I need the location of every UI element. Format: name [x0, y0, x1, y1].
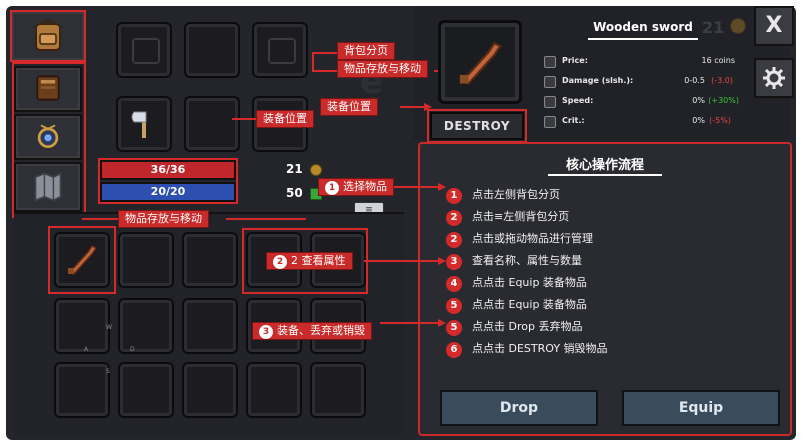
flow-step: 5 点点击 Equip 装备物品	[446, 296, 587, 314]
equipped-axe-slot[interactable]	[116, 96, 172, 152]
crit-icon	[544, 116, 556, 128]
connector-line	[82, 218, 118, 220]
flow-step: 6 点点击 DESTROY 销毁物品	[446, 340, 608, 358]
wooden-sword-icon	[68, 245, 98, 275]
selected-item-preview	[438, 20, 522, 104]
inventory-slot[interactable]	[182, 298, 238, 354]
arrow-head	[438, 319, 446, 327]
item-level: 21	[702, 18, 725, 37]
inventory-slot[interactable]	[118, 232, 174, 288]
stat-row-damage: Damage (slsh.): 0-0.5 (-3.0)	[540, 72, 745, 90]
close-button[interactable]: X	[754, 6, 794, 46]
key-hint-d: D	[130, 346, 135, 353]
coin-faint-icon	[730, 18, 746, 34]
annotation-item-store-move: 物品存放与移动	[337, 60, 428, 78]
flow-step: 3 查看名称、属性与数量	[446, 252, 582, 270]
coin-icon	[310, 164, 322, 176]
speed-icon	[544, 96, 556, 108]
backpack-icon	[35, 19, 61, 51]
arrow-head	[424, 103, 432, 111]
stat-row-speed: Speed: 0% (+30%)	[540, 92, 745, 110]
connector-line	[232, 118, 256, 120]
inventory-slot-sword[interactable]	[54, 232, 110, 288]
inventory-slot[interactable]	[54, 298, 110, 354]
flow-step: 1 点击左侧背包分页	[446, 186, 560, 204]
axe-icon	[131, 111, 147, 138]
stat-row-crit: Crit.: 0% (-5%)	[540, 112, 745, 130]
wooden-sword-large-icon	[459, 41, 502, 85]
screenshot-frame: e 36/36 20/20 21 50 ≡ W A D S DESTROY Wo…	[0, 0, 803, 448]
amulet-icon	[37, 124, 59, 148]
inventory-slot[interactable]	[118, 298, 174, 354]
annotation-equip-position-left: 装备位置	[256, 110, 314, 128]
annotation-view-props: 22 查看属性	[266, 252, 353, 270]
connector-line	[312, 52, 337, 54]
equip-slot-empty[interactable]	[184, 22, 240, 78]
annotation-backpack-page: 背包分页	[337, 42, 395, 60]
price-icon	[544, 56, 556, 68]
gear-icon	[763, 67, 785, 89]
locked-slot	[252, 22, 308, 78]
annotation-equip-drop: 3 装备、丢弃或销毁	[252, 322, 372, 340]
flow-title: 核心操作流程	[420, 154, 790, 176]
tab-amulet[interactable]	[14, 114, 82, 160]
connector-line	[312, 70, 337, 72]
annotation-select-item: 1 选择物品	[318, 178, 394, 196]
connector-line	[434, 70, 438, 72]
connector-line	[380, 322, 442, 324]
inventory-slot[interactable]	[182, 232, 238, 288]
arrow-head	[438, 183, 446, 191]
key-hint-s: S	[106, 368, 110, 375]
connector-line	[364, 260, 442, 262]
inventory-slot[interactable]	[246, 362, 302, 418]
tab-backpack[interactable]	[10, 10, 86, 62]
key-hint-w: W	[106, 324, 112, 331]
equip-button[interactable]: Equip	[622, 390, 780, 426]
drop-button[interactable]: Drop	[440, 390, 598, 426]
tab-journal[interactable]	[14, 66, 82, 112]
item-name: Wooden sword	[588, 20, 698, 40]
flow-step: 2 点击或拖动物品进行管理	[446, 230, 593, 248]
gem-count: 50	[286, 186, 303, 200]
annotation-item-store-move-bottom: 物品存放与移动	[118, 210, 209, 228]
connector-line	[226, 218, 306, 220]
damage-icon	[544, 76, 556, 88]
tab-map[interactable]	[14, 162, 82, 212]
key-hint-a: A	[84, 346, 89, 353]
destroy-button[interactable]: DESTROY	[427, 109, 527, 143]
flow-step: 4 点点击 Equip 装备物品	[446, 274, 587, 292]
connector-line	[394, 186, 442, 188]
coin-count: 21	[286, 162, 303, 176]
mp-bar: 20/20	[100, 182, 236, 202]
inventory-slot[interactable]	[118, 362, 174, 418]
flow-step: 2 点击≡左侧背包分页	[446, 208, 569, 226]
annotation-equip-position: 装备位置	[320, 98, 378, 116]
settings-button[interactable]	[754, 58, 794, 98]
inventory-slot[interactable]	[310, 362, 366, 418]
stat-row-price: Price: 16 coins	[540, 52, 745, 70]
flow-step: 5 点点击 Drop 丢弃物品	[446, 318, 582, 336]
hp-bar: 36/36	[100, 160, 236, 180]
arrow-head	[438, 257, 446, 265]
connector-line	[312, 52, 314, 72]
inventory-slot[interactable]	[182, 362, 238, 418]
inventory-slot[interactable]	[54, 362, 110, 418]
locked-slot	[116, 22, 172, 78]
book-icon	[36, 75, 60, 101]
equip-slot-empty[interactable]	[184, 96, 240, 152]
map-icon	[34, 171, 62, 202]
